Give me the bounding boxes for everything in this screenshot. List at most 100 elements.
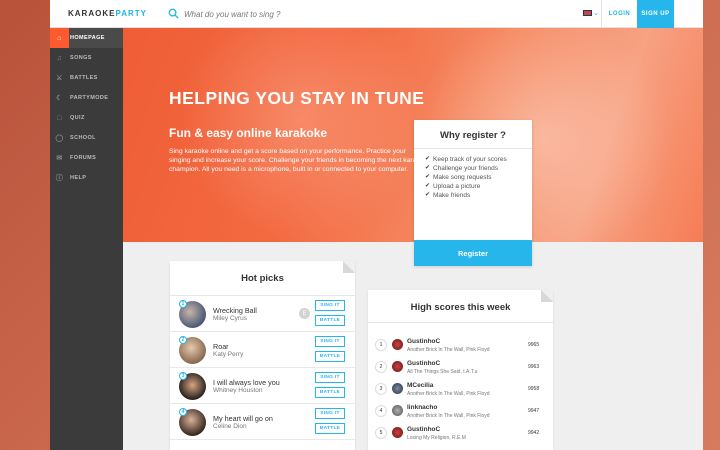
card-fold [541,290,553,302]
sidebar-item-label: HELP [70,175,87,181]
hot-picks-card: Hot picks 1 Wrecking Ball Miley Cyrus E … [170,261,355,450]
avatar [392,405,403,416]
battle-button[interactable]: BATTLE [315,351,345,362]
avatar [392,427,403,438]
check-icon: ✔ [425,156,431,162]
party-icon: ☾ [56,95,63,102]
list-item: ✔ Make friends [425,192,471,199]
logo-accent: PARTY [115,9,147,18]
rank-badge: 4 [375,405,387,417]
language-selector[interactable]: ⌄ [583,10,599,19]
check-icon: ✔ [425,174,431,180]
avatar [392,383,403,394]
sidebar-item-forums[interactable]: ✉ FORUMS [50,148,123,168]
sidebar-item-label: PARTYMODE [70,95,109,101]
rank-badge: 4 [179,408,187,416]
user-name[interactable]: GustinhoC [407,338,440,345]
sing-it-button[interactable]: SING IT [315,372,345,383]
rank-badge: 1 [375,339,387,351]
user-name[interactable]: linknacho [407,404,437,411]
sidebar-item-label: SONGS [70,55,92,61]
rank-badge: 2 [375,361,387,373]
avatar [392,339,403,350]
divider [414,148,532,149]
list-item: ✔ Keep track of your scores [425,156,507,163]
user-name[interactable]: MCecilia [407,382,433,389]
uk-flag-icon [583,10,592,16]
hero-title: HELPING YOU STAY IN TUNE [169,88,425,108]
song-info: Another Brick In The Wall, Pink Floyd [407,391,490,397]
sing-it-button[interactable]: SING IT [315,408,345,419]
list-item[interactable]: 2 GustinhoC All The Things She Said, t.A… [368,356,553,378]
score-value: 9958 [528,386,540,392]
rank-badge: 1 [179,300,187,308]
table-row[interactable]: 3 I will always love you Whitney Houston… [170,368,355,404]
login-button[interactable]: LOGIN [601,0,637,28]
rank-badge: 3 [179,372,187,380]
sidebar-item-battles[interactable]: ⚔ BATTLES [50,68,123,88]
song-info: All The Things She Said, t.A.T.u [407,369,478,375]
user-name[interactable]: GustinhoC [407,360,440,367]
battle-button[interactable]: BATTLE [315,387,345,398]
list-item: ✔ Challenge your friends [425,165,499,172]
chevron-down-icon: ⌄ [593,10,599,17]
table-row[interactable]: 1 Wrecking Ball Miley Cyrus E SING IT BA… [170,296,355,332]
list-item[interactable]: 3 MCecilia Another Brick In The Wall, Pi… [368,378,553,400]
list-item[interactable]: 4 linknacho Another Brick In The Wall, P… [368,400,553,422]
avatar [392,361,403,372]
artist-name: Katy Perry [213,351,244,358]
sidebar-item-quiz[interactable]: □ QUIZ [50,108,123,128]
check-icon: ✔ [425,183,431,189]
song-info: Losing My Religion, R.E.M [407,435,466,441]
sidebar: ⌂ HOMEPAGE ♫ SONGS ⚔ BATTLES ☾ PARTYMODE… [50,28,123,450]
school-icon: ◯ [55,135,64,142]
register-button[interactable]: Register [414,240,532,266]
divider [368,322,553,323]
rank-badge: 2 [179,336,187,344]
user-name[interactable]: GustinhoC [407,426,440,433]
why-register-card: Why register ? ✔ Keep track of your score… [414,120,532,266]
sidebar-item-partymode[interactable]: ☾ PARTYMODE [50,88,123,108]
song-title: I will always love you [213,378,280,387]
sidebar-item-homepage[interactable]: ⌂ HOMEPAGE [50,28,123,48]
battle-button[interactable]: BATTLE [315,315,345,326]
check-icon: ✔ [425,165,431,171]
artist-name: Whitney Houston [213,387,263,394]
sing-it-button[interactable]: SING IT [315,336,345,347]
song-title: Roar [213,342,229,351]
artist-name: Celine Dion [213,423,247,430]
search-input[interactable] [184,6,434,22]
score-value: 9947 [528,408,540,414]
score-value: 9942 [528,430,540,436]
battle-icon: ⚔ [56,75,63,82]
song-title: My heart will go on [213,414,273,423]
rank-badge: 3 [375,383,387,395]
sidebar-item-help[interactable]: ⓘ HELP [50,168,123,188]
rank-badge: 5 [375,427,387,439]
check-icon: ✔ [425,192,431,198]
signup-button[interactable]: SIGN UP [637,0,674,28]
battle-button[interactable]: BATTLE [315,423,345,434]
music-icon: ♫ [56,54,63,62]
help-icon: ⓘ [55,175,64,182]
app-frame: KARAOKEPARTY ⌄ LOGIN SIGN UP ⌂ HOMEPAGE … [50,0,703,450]
song-info: Another Brick In The Wall, Pink Floyd [407,413,490,419]
benefits-list: ✔ Keep track of your scores ✔ Challenge yo… [425,155,507,200]
site-logo[interactable]: KARAOKEPARTY [68,9,147,18]
forums-icon: ✉ [56,155,63,162]
list-item[interactable]: 5 GustinhoC Losing My Religion, R.E.M 99… [368,422,553,444]
table-row[interactable]: 2 Roar Katy Perry SING IT BATTLE [170,332,355,368]
list-item[interactable]: 1 GustinhoC Another Brick In The Wall, P… [368,334,553,356]
high-scores-card: High scores this week 1 GustinhoC Anothe… [368,290,553,450]
sidebar-item-songs[interactable]: ♫ SONGS [50,48,123,68]
song-info: Another Brick In The Wall, Pink Floyd [407,347,490,353]
sidebar-item-school[interactable]: ◯ SCHOOL [50,128,123,148]
sing-it-button[interactable]: SING IT [315,300,345,311]
score-value: 9963 [528,364,540,370]
hero-subtitle: Fun & easy online karakoke [169,126,328,140]
why-register-title: Why register ? [440,130,506,141]
hero-banner: HELPING YOU STAY IN TUNE Fun & easy onli… [123,28,703,242]
table-row[interactable]: 4 My heart will go on Celine Dion SING I… [170,404,355,440]
song-title: Wrecking Ball [213,306,257,315]
search-icon[interactable] [168,8,179,19]
